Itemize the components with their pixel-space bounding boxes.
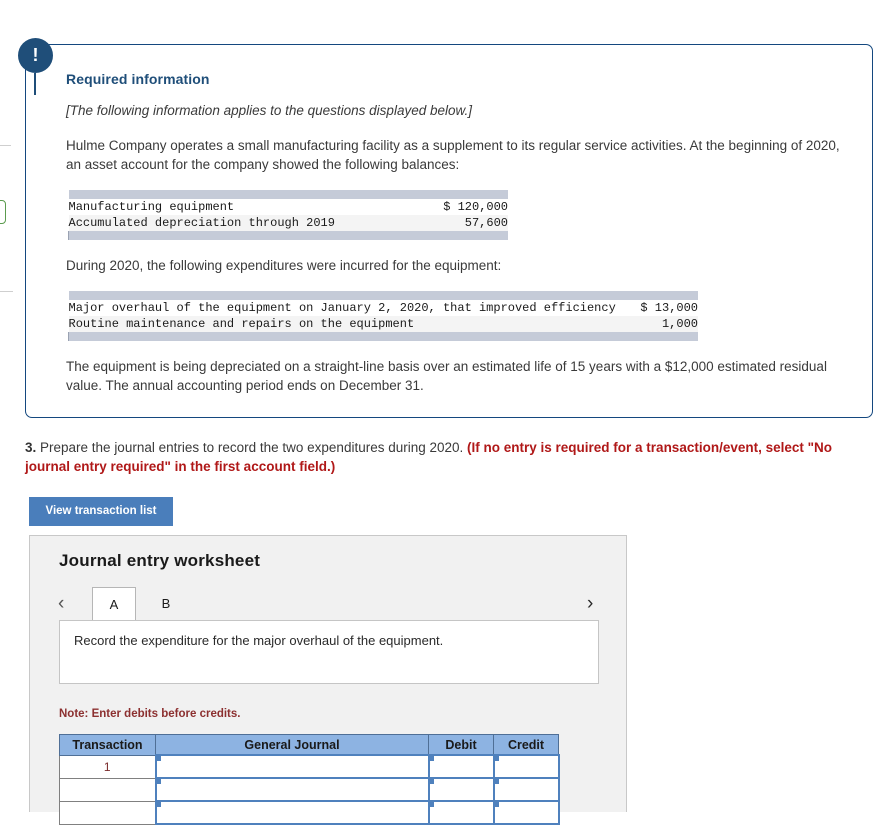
page-edge-green-marker <box>0 200 6 224</box>
alert-exclamation-icon: ! <box>18 38 53 73</box>
column-header-transaction: Transaction <box>59 734 156 756</box>
column-header-credit: Credit <box>493 734 559 756</box>
worksheet-tabs: ‹ A B › <box>30 587 628 621</box>
balance-label: Accumulated depreciation through 2019 <box>68 215 389 231</box>
balance-label: Manufacturing equipment <box>68 199 389 215</box>
balances-table: Manufacturing equipment $ 120,000 Accumu… <box>68 190 508 240</box>
balances-table-cap <box>68 190 508 199</box>
balance-amount: 57,600 <box>388 215 508 231</box>
view-transaction-list-button[interactable]: View transaction list <box>29 497 173 526</box>
alert-icon-stem <box>34 73 36 95</box>
required-information-title: Required information <box>66 71 210 87</box>
chevron-right-icon[interactable]: › <box>587 587 593 621</box>
expenditure-label: Routine maintenance and repairs on the e… <box>68 316 616 332</box>
table-row: Routine maintenance and repairs on the e… <box>68 316 698 332</box>
credit-input-row-1[interactable] <box>492 754 560 779</box>
expenditure-amount: $ 13,000 <box>615 300 698 316</box>
column-header-debit: Debit <box>428 734 494 756</box>
table-row <box>59 777 560 802</box>
journal-entry-worksheet-panel: Journal entry worksheet ‹ A B › Record t… <box>29 535 628 825</box>
expenditures-table: Major overhaul of the equipment on Janua… <box>68 291 698 341</box>
credit-input-row-2[interactable] <box>492 777 560 802</box>
depreciation-paragraph: The equipment is being depreciated on a … <box>66 359 827 393</box>
table-row <box>59 800 560 825</box>
general-journal-input-row-2[interactable] <box>154 777 430 802</box>
table-row: 1 <box>59 754 560 779</box>
debit-input-row-3[interactable] <box>427 800 495 825</box>
transaction-number-cell: 1 <box>59 754 156 779</box>
page-edge-divider-bottom <box>0 291 13 292</box>
credit-input-row-3[interactable] <box>492 800 560 825</box>
balance-amount: $ 120,000 <box>388 199 508 215</box>
worksheet-prompt-text: Record the expenditure for the major ove… <box>74 633 444 648</box>
column-header-general-journal: General Journal <box>155 734 429 756</box>
tab-b[interactable]: B <box>144 587 188 620</box>
general-journal-input-row-1[interactable] <box>154 754 430 779</box>
journal-table-header-row: Transaction General Journal Debit Credit <box>59 734 559 756</box>
expenditure-label: Major overhaul of the equipment on Janua… <box>68 300 616 316</box>
tab-a[interactable]: A <box>92 587 136 620</box>
alert-icon-glyph: ! <box>32 45 39 65</box>
required-information-panel: Required information [The following info… <box>25 44 873 418</box>
worksheet-title: Journal entry worksheet <box>59 551 261 570</box>
question-text: Prepare the journal entries to record th… <box>36 440 468 455</box>
table-row: Manufacturing equipment $ 120,000 <box>68 199 508 215</box>
expenditures-table-cap <box>68 291 698 300</box>
page-edge-divider-top <box>0 145 11 146</box>
question-statement: 3. Prepare the journal entries to record… <box>25 438 873 476</box>
expenditure-amount: 1,000 <box>615 316 698 332</box>
table-row: Accumulated depreciation through 2019 57… <box>68 215 508 231</box>
balances-table-foot <box>68 231 508 240</box>
table-row: Major overhaul of the equipment on Janua… <box>68 300 698 316</box>
intro-paragraph: Hulme Company operates a small manufactu… <box>66 138 840 172</box>
chevron-left-icon[interactable]: ‹ <box>58 587 64 621</box>
expenditures-table-foot <box>68 332 698 341</box>
expenditures-intro-paragraph: During 2020, the following expenditures … <box>66 258 502 273</box>
debits-before-credits-note: Note: Enter debits before credits. <box>59 708 241 720</box>
transaction-number-cell <box>59 800 156 825</box>
journal-entry-table: Transaction General Journal Debit Credit… <box>59 734 560 825</box>
debit-input-row-1[interactable] <box>427 754 495 779</box>
debit-input-row-2[interactable] <box>427 777 495 802</box>
required-information-note: [The following information applies to th… <box>66 103 472 118</box>
worksheet-prompt-box: Record the expenditure for the major ove… <box>59 620 599 684</box>
general-journal-input-row-3[interactable] <box>154 800 430 825</box>
question-number: 3. <box>25 440 37 455</box>
transaction-number-cell <box>59 777 156 802</box>
